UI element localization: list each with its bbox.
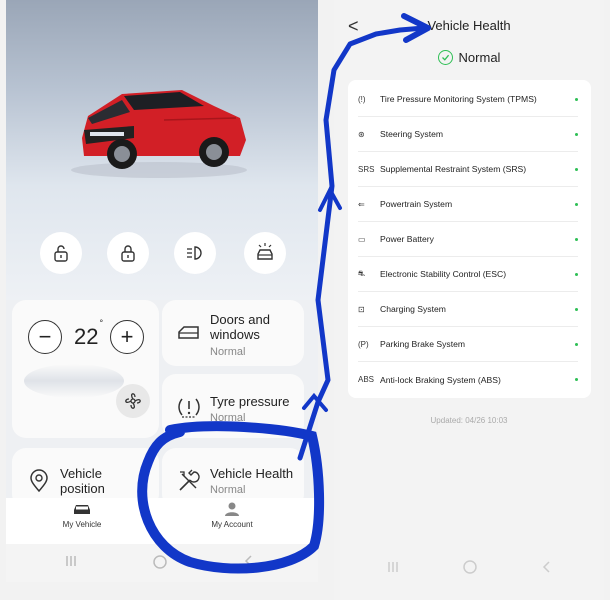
list-item[interactable]: ⇐ Powertrain System [358,187,578,222]
status-dot [575,378,578,381]
srs-icon: SRS [358,164,375,174]
car-icon [74,505,90,514]
right-phone-screen: < Vehicle Health Normal (!) Tire Pressure… [334,0,604,600]
status-dot [575,98,578,101]
quick-actions [6,232,318,282]
status-dot [575,273,578,276]
unlock-button[interactable] [40,232,82,274]
list-item[interactable]: SRS Supplemental Restraint System (SRS) [358,152,578,187]
car-image [71,90,247,178]
temperature-increase-button[interactable]: + [110,320,144,354]
list-item[interactable]: ⛐ Electronic Stability Control (ESC) [358,257,578,292]
home-icon[interactable] [152,554,168,570]
doors-title: Doors and windows [210,312,270,342]
abs-icon: ABS [358,375,375,384]
status-bar [334,0,604,8]
recents-icon[interactable] [386,560,400,574]
find-car-button[interactable] [244,232,286,274]
status-dot [575,343,578,346]
list-item[interactable]: ABS Anti-lock Braking System (ABS) [358,362,578,397]
tab-my-vehicle[interactable]: My Vehicle [32,502,132,529]
screenshot-stage: − 22° + Doors and windows Normal Tyre pr… [0,0,610,600]
unlock-icon [54,245,68,262]
lock-button[interactable] [107,232,149,274]
lock-icon [121,245,135,262]
status-dot [575,133,578,136]
battery-icon: ▭ [358,234,366,244]
climate-card: − 22° + [12,300,159,438]
tyre-title: Tyre pressure [210,394,290,409]
system-label: Power Battery [380,234,434,244]
doors-windows-card[interactable]: Doors and windows Normal [162,300,304,366]
system-label: Powertrain System [380,199,453,209]
powertrain-icon: ⇐ [358,199,365,209]
status-dot [575,238,578,241]
system-nav-bar [334,556,604,580]
fan-button[interactable] [116,384,150,418]
parking-brake-icon: (P) [358,339,369,349]
tpms-icon: (!) [358,94,366,104]
system-label: Anti-lock Braking System (ABS) [380,374,501,385]
car-door-icon [178,326,199,339]
list-item[interactable]: (P) Parking Brake System [358,327,578,362]
charging-icon: ⊡ [358,304,365,314]
list-item[interactable]: (!) Tire Pressure Monitoring System (TPMS… [358,82,578,117]
status-dot [575,203,578,206]
account-icon [225,502,239,516]
steering-icon: ⊛ [358,129,365,139]
list-item[interactable]: ⊛ Steering System [358,117,578,152]
overall-status: Normal [334,50,604,65]
esc-icon: ⛐ [358,269,365,278]
system-label: Tire Pressure Monitoring System (TPMS) [380,94,537,104]
temperature-decrease-button[interactable]: − [28,320,62,354]
page-title: Vehicle Health [427,18,511,33]
list-item[interactable]: ⊡ Charging System [358,292,578,327]
car-alert-icon [257,243,273,260]
home-icon[interactable] [462,559,478,575]
left-phone-screen: − 22° + Doors and windows Normal Tyre pr… [6,0,318,582]
system-label: Supplemental Restraint System (SRS) [380,164,527,174]
doors-status: Normal [210,346,246,358]
back-nav-icon[interactable] [242,554,256,568]
headlight-icon [187,246,202,260]
bottom-tab-bar: My Vehicle My Account [6,498,318,544]
status-dot [575,308,578,311]
overall-status-text: Normal [458,50,501,65]
updated-timestamp: Updated: 04/26 10:03 [430,416,508,425]
system-label: Charging System [380,304,446,314]
position-title: Vehicle position [60,466,105,496]
status-dot [575,168,578,171]
list-item[interactable]: ▭ Power Battery [358,222,578,257]
headlights-button[interactable] [174,232,216,274]
tab-my-vehicle-label: My Vehicle [62,520,102,529]
recents-icon[interactable] [64,554,78,568]
back-nav-icon[interactable] [540,560,554,574]
tools-icon [179,469,200,491]
tyre-status: Normal [210,412,246,424]
tyre-pressure-card[interactable]: Tyre pressure Normal [162,374,304,438]
location-pin-icon [30,469,48,493]
system-label: Electronic Stability Control (ESC) [380,269,507,279]
check-circle-icon [437,50,453,65]
health-status: Normal [210,484,246,496]
tyre-pressure-icon [178,398,200,418]
tab-my-account-label: My Account [211,520,253,529]
fan-icon [125,393,141,409]
system-nav-bar [6,544,318,582]
system-label: Parking Brake System [380,339,466,349]
system-label: Steering System [380,129,444,139]
airflow-graphic [24,364,124,398]
health-title: Vehicle Health [210,466,294,481]
temperature-value: 22° [74,317,104,349]
tab-my-account[interactable]: My Account [182,502,282,529]
system-list: (!) Tire Pressure Monitoring System (TPMS… [348,80,591,398]
